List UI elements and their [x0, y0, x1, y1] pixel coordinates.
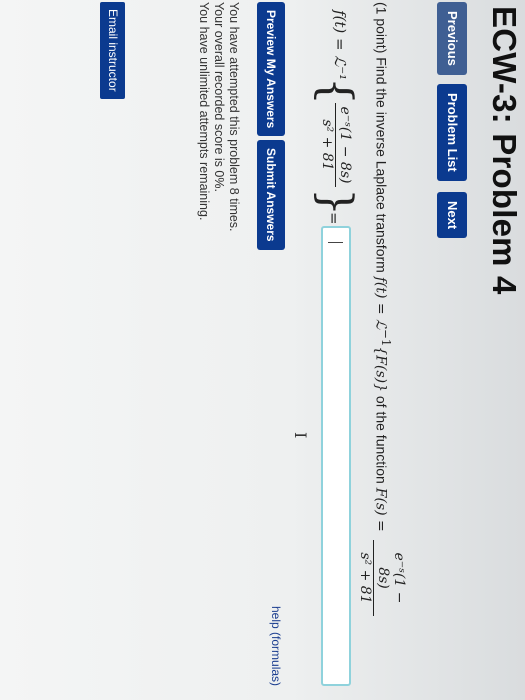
ft-symbol: f(t) — [372, 276, 389, 299]
function-fraction: e⁻ˢ(1 − 8s) s² + 81 — [357, 540, 407, 616]
previous-button[interactable]: Previous — [437, 2, 467, 75]
fraction-numerator: e⁻ˢ(1 − 8s) — [373, 540, 407, 616]
answer-equals: = — [325, 212, 343, 225]
Fs-symbol: F(s) — [372, 487, 389, 516]
remaining-message: You have unlimited attempts remaining. — [197, 2, 211, 221]
next-button[interactable]: Next — [437, 192, 467, 239]
photo-frame: ECW-3: Problem 4 Previous Problem List N… — [0, 0, 525, 700]
equals-sign: = — [372, 298, 389, 320]
answer-denominator: s² + 81 — [319, 119, 335, 171]
attempts-message: You have attempted this problem 8 times. — [227, 2, 241, 232]
preview-answers-button[interactable]: Preview My Answers — [257, 2, 285, 137]
answer-numerator: e⁻ˢ(1 − 8s) — [335, 103, 353, 187]
problem-prefix: (1 point) Find the inverse Laplace trans… — [373, 2, 390, 273]
equals-sign-2: = — [372, 515, 389, 532]
text-caret — [328, 242, 343, 243]
answer-input[interactable] — [321, 226, 351, 686]
email-instructor-button[interactable]: Email instructor — [100, 2, 125, 99]
problem-page: ECW-3: Problem 4 Previous Problem List N… — [0, 0, 525, 700]
answer-fraction: e⁻ˢ(1 − 8s) s² + 81 — [319, 103, 353, 187]
ibeam-cursor-icon: I — [291, 432, 310, 439]
score-message: Your overall recorded score is 0%. — [212, 2, 226, 192]
fraction-denominator: s² + 81 — [357, 552, 373, 604]
page-title: ECW-3: Problem 4 — [486, 6, 523, 295]
submit-answers-button[interactable]: Submit Answers — [257, 140, 285, 250]
inverse-exponent: −1 — [379, 329, 393, 347]
problem-mid-text: of the function — [373, 395, 390, 484]
help-formulas-link[interactable]: help (formulas) — [269, 606, 283, 686]
answer-lhs: f(t) = ℒ⁻¹ — [331, 10, 349, 81]
left-brace: { — [310, 77, 361, 105]
problem-statement: (1 point) Find the inverse Laplace trans… — [372, 2, 393, 532]
laplace-symbol: ℒ — [372, 319, 389, 330]
problem-list-button[interactable]: Problem List — [437, 84, 467, 181]
Fs-braced: {F(s)} — [372, 346, 389, 392]
